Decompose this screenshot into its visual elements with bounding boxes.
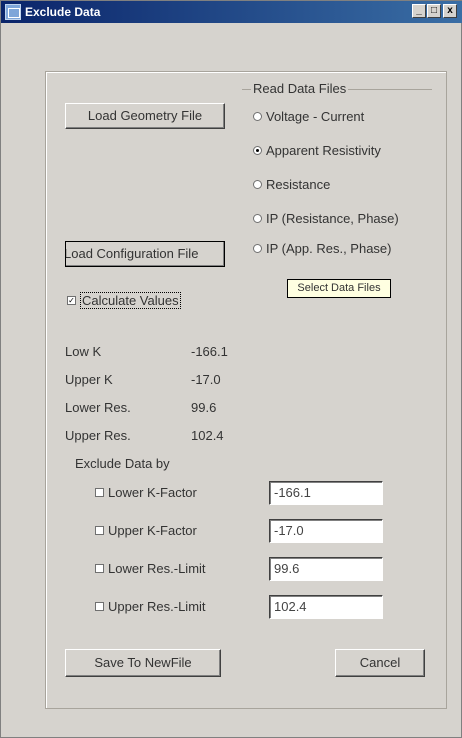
cancel-button[interactable]: Cancel bbox=[335, 649, 425, 677]
radio-resistance[interactable]: Resistance bbox=[253, 177, 330, 195]
select-data-files-tooltip: Select Data Files bbox=[287, 279, 391, 298]
radio-label: Resistance bbox=[266, 177, 331, 192]
radio-label: Voltage - Current bbox=[266, 109, 365, 124]
checkbox-icon bbox=[95, 602, 104, 612]
load-configuration-button[interactable]: Load Configuration File bbox=[65, 241, 225, 267]
checkbox-label: Upper K-Factor bbox=[108, 523, 197, 538]
lower-res-limit-input[interactable]: 99.6 bbox=[269, 557, 383, 581]
radio-label: IP (Resistance, Phase) bbox=[266, 211, 399, 226]
title-bar[interactable]: Exclude Data _ □ x bbox=[1, 1, 462, 23]
radio-apparent-resistivity[interactable]: Apparent Resistivity bbox=[253, 143, 381, 161]
checkbox-icon bbox=[95, 564, 104, 574]
low-k-label: Low K bbox=[65, 344, 102, 359]
close-button[interactable]: x bbox=[443, 4, 457, 18]
upper-res-value: 102.4 bbox=[191, 428, 224, 443]
calculate-values-label: Calculate Values bbox=[80, 292, 181, 309]
upper-k-label: Upper K bbox=[65, 372, 113, 387]
window-title: Exclude Data bbox=[25, 5, 101, 19]
radio-label: Apparent Resistivity bbox=[266, 143, 381, 158]
checkbox-icon bbox=[95, 526, 104, 536]
checkbox-icon bbox=[95, 488, 104, 498]
lower-res-label: Lower Res. bbox=[65, 400, 131, 415]
radio-button-icon bbox=[253, 244, 262, 254]
radio-label: IP (App. Res., Phase) bbox=[266, 241, 392, 256]
radio-button-selected-icon bbox=[253, 146, 262, 156]
upper-k-factor-checkbox[interactable]: Upper K-Factor bbox=[95, 523, 197, 538]
load-geometry-button[interactable]: Load Geometry File bbox=[65, 103, 225, 129]
upper-res-limit-checkbox[interactable]: Upper Res.-Limit bbox=[95, 599, 206, 614]
radio-button-icon bbox=[253, 180, 262, 190]
radio-button-icon bbox=[253, 112, 262, 122]
radio-voltage-current[interactable]: Voltage - Current bbox=[253, 109, 364, 127]
upper-res-limit-input[interactable]: 102.4 bbox=[269, 595, 383, 619]
exclude-data-by-title: Exclude Data by bbox=[75, 456, 170, 471]
low-k-value: -166.1 bbox=[191, 344, 228, 359]
upper-k-factor-input[interactable]: -17.0 bbox=[269, 519, 383, 543]
checkbox-label: Upper Res.-Limit bbox=[108, 599, 206, 614]
checkbox-label: Lower K-Factor bbox=[108, 485, 197, 500]
checkbox-label: Lower Res.-Limit bbox=[108, 561, 206, 576]
upper-k-value: -17.0 bbox=[191, 372, 221, 387]
lower-k-factor-input[interactable]: -166.1 bbox=[269, 481, 383, 505]
checkbox-checked-icon: ✓ bbox=[67, 296, 76, 306]
radio-ip-resistance-phase[interactable]: IP (Resistance, Phase) bbox=[253, 211, 399, 229]
calculate-values-checkbox[interactable]: ✓ Calculate Values bbox=[67, 292, 181, 309]
lower-res-value: 99.6 bbox=[191, 400, 217, 415]
app-icon bbox=[5, 4, 21, 20]
exclude-data-window: Exclude Data _ □ x Load Geometry File Lo… bbox=[0, 0, 462, 738]
radio-button-icon bbox=[253, 214, 262, 224]
upper-res-label: Upper Res. bbox=[65, 428, 131, 443]
save-to-newfile-button[interactable]: Save To NewFile bbox=[65, 649, 221, 677]
radio-ip-app-res-phase[interactable]: IP (App. Res., Phase) bbox=[253, 241, 392, 259]
lower-res-limit-checkbox[interactable]: Lower Res.-Limit bbox=[95, 561, 206, 576]
maximize-button[interactable]: □ bbox=[427, 4, 441, 18]
read-data-files-title: Read Data Files bbox=[251, 81, 349, 96]
minimize-button[interactable]: _ bbox=[412, 4, 426, 18]
lower-k-factor-checkbox[interactable]: Lower K-Factor bbox=[95, 485, 197, 500]
